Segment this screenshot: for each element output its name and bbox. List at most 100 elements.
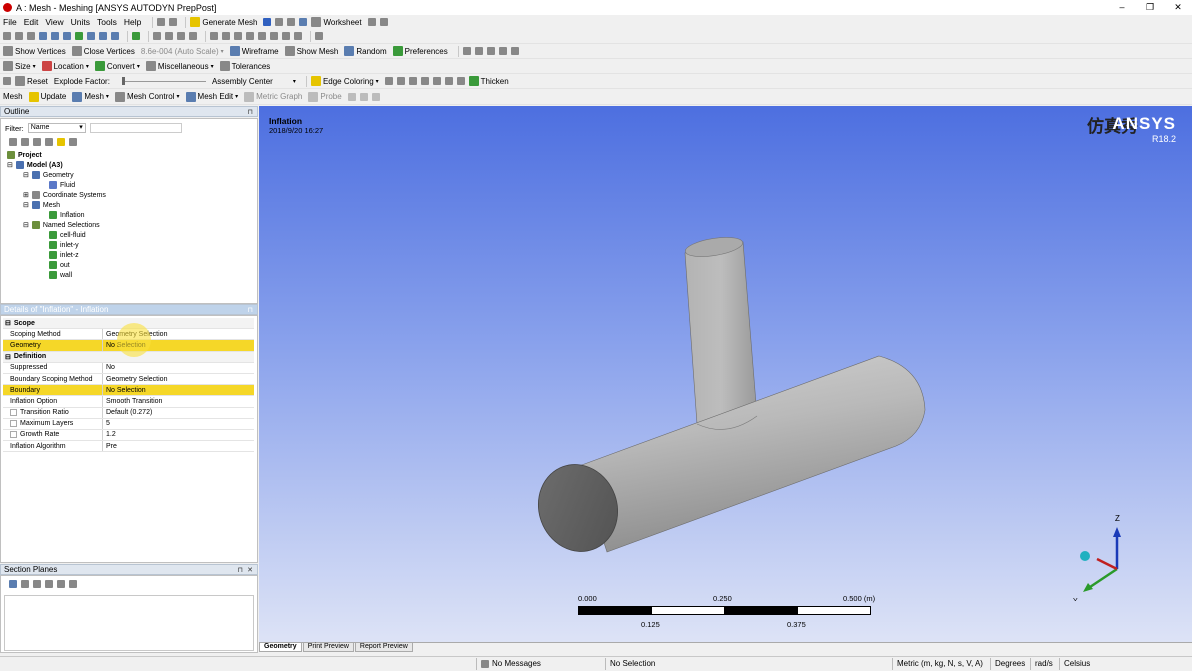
temperature-unit-status[interactable]: Celsius [1064,659,1090,668]
parameter-checkbox[interactable] [10,409,17,417]
row-suppressed[interactable]: Suppressed No [3,362,254,374]
select-mode-icon[interactable] [15,32,23,40]
edge-select-icon[interactable] [51,32,59,40]
menu-edit[interactable]: Edit [24,17,39,27]
menu-units[interactable]: Units [71,17,90,27]
thin-icon[interactable] [456,77,465,85]
row-growth-rate[interactable]: Growth Rate 1.2 [3,429,254,442]
explode-factor-slider[interactable] [121,76,206,85]
delete-section-icon[interactable] [33,580,41,588]
wireframe-button[interactable]: Wireframe [229,46,279,56]
edge-style-1-icon[interactable] [384,77,393,85]
iso-view-icon[interactable] [282,32,290,40]
section-planes-list[interactable] [4,595,254,651]
tree-node-cell-fluid[interactable]: cell-fluid [49,231,86,239]
select-filter-icon[interactable] [27,32,35,40]
viewport-layout-icon[interactable] [315,32,323,40]
edge-style-3-icon[interactable] [408,77,417,85]
convert-dropdown[interactable]: Convert ▾ [94,61,140,71]
section-close-icon[interactable]: ✕ [247,566,253,574]
node-select-icon[interactable] [87,32,95,40]
pointer-help-icon[interactable] [367,18,376,26]
display-options-icon[interactable] [371,92,380,101]
zoom-to-fit-icon[interactable] [210,32,218,40]
align-5-icon[interactable] [510,47,519,55]
mesh-dropdown[interactable]: Mesh ▾ [72,91,109,102]
menu-tools[interactable]: Tools [97,17,117,27]
rate-unit-status[interactable]: rad/s [1035,659,1053,668]
close-button[interactable]: ✕ [1164,0,1192,15]
show-mesh-button[interactable]: Show Mesh [284,46,338,56]
text-icon[interactable] [287,18,296,26]
row-inflation-algorithm[interactable]: Inflation Algorithm Pre [3,441,254,453]
edit-section-icon[interactable] [21,580,29,588]
menu-file[interactable]: File [3,17,17,27]
probe-button[interactable]: Probe [308,91,342,102]
messages-status[interactable]: No Messages [481,659,541,668]
unit-system-status[interactable]: Metric (m, kg, N, s, V, A) [897,659,983,668]
reset-button[interactable]: Reset [15,76,48,86]
tree-node-wall[interactable]: wall [49,271,72,279]
folder-icon[interactable] [57,138,65,146]
update-button[interactable]: Update [28,91,66,102]
mesh-edit-dropdown[interactable]: Mesh Edit ▾ [185,91,238,102]
zoom-icon[interactable] [177,32,185,40]
align-2-icon[interactable] [474,47,483,55]
layout-icon[interactable] [157,18,166,26]
edge-coloring-dropdown[interactable]: Edge Coloring ▾ [310,76,379,86]
tree-expand-icon[interactable] [45,138,53,146]
select-all-icon[interactable] [132,32,140,40]
tree-node-inlet-z[interactable]: inlet-z [49,251,79,259]
body-select-icon[interactable] [75,32,83,40]
row-inflation-option[interactable]: Inflation Option Smooth Transition [3,396,254,408]
element-select-icon[interactable] [99,32,107,40]
tolerances-button[interactable]: Tolerances [219,61,270,71]
tab-report-preview[interactable]: Report Preview [354,643,413,652]
extend-select-icon[interactable] [111,32,119,40]
display-icon[interactable] [299,18,308,26]
tab-print-preview[interactable]: Print Preview [302,643,354,652]
random-button[interactable]: Random [344,46,387,56]
annotation-1-icon[interactable] [347,92,356,101]
row-transition-ratio[interactable]: Transition Ratio Default (0.272) [3,407,254,419]
expand-all-icon[interactable] [9,138,17,146]
miscellaneous-dropdown[interactable]: Miscellaneous ▾ [145,61,214,71]
thicken-button[interactable]: Thicken [468,76,509,86]
tree-node-coordinate-systems[interactable]: ⊞ Coordinate Systems [23,191,106,199]
zoom-out-icon[interactable] [246,32,254,40]
tree-node-mesh[interactable]: ⊟ Mesh [23,201,60,209]
row-maximum-layers[interactable]: Maximum Layers 5 [3,418,254,430]
tree-node-out[interactable]: out [49,261,70,269]
tab-geometry[interactable]: Geometry [259,643,302,652]
preview-icon[interactable] [263,18,272,26]
annotation-2-icon[interactable] [359,92,368,101]
parameter-checkbox[interactable] [10,431,17,439]
tee-pipe-model[interactable] [259,106,1192,642]
restore-button[interactable]: ❐ [1136,0,1164,15]
section-cap-icon[interactable] [57,580,65,588]
next-view-icon[interactable] [270,32,278,40]
section-reset-icon[interactable] [69,580,77,588]
select-point-icon[interactable] [3,32,11,40]
tree-node-named-selections[interactable]: ⊟ Named Selections [23,221,100,229]
edge-direction-icon[interactable] [444,77,453,85]
section-pin-icon[interactable]: ⊓ [238,566,243,574]
tree-node-inflation[interactable]: Inflation [49,211,85,219]
size-dropdown[interactable]: Size ▾ [3,61,36,71]
auto-scale-field[interactable]: 8.6e-004 (Auto Scale) ▾ [141,47,224,56]
magnifier-icon[interactable] [222,32,230,40]
graphics-viewport[interactable]: Inflation 2018/9/20 16:27 仿真秀 ANSYS R18.… [259,106,1192,642]
tree-node-project[interactable]: Project [7,151,42,159]
menu-help[interactable]: Help [124,17,141,27]
row-boundary-scoping-method[interactable]: Boundary Scoping Method Geometry Selectio… [3,373,254,386]
zoom-in-icon[interactable] [234,32,242,40]
new-section-plane-icon[interactable] [9,580,17,588]
menu-view[interactable]: View [45,17,63,27]
rotate-icon[interactable] [153,32,161,40]
tree-node-geometry[interactable]: ⊟ Geometry [23,171,74,179]
angle-unit-status[interactable]: Degrees [995,659,1025,668]
box-zoom-icon[interactable] [189,32,197,40]
edge-style-5-icon[interactable] [432,77,441,85]
filter-input[interactable] [89,123,182,133]
collapse-icon[interactable] [21,138,29,146]
